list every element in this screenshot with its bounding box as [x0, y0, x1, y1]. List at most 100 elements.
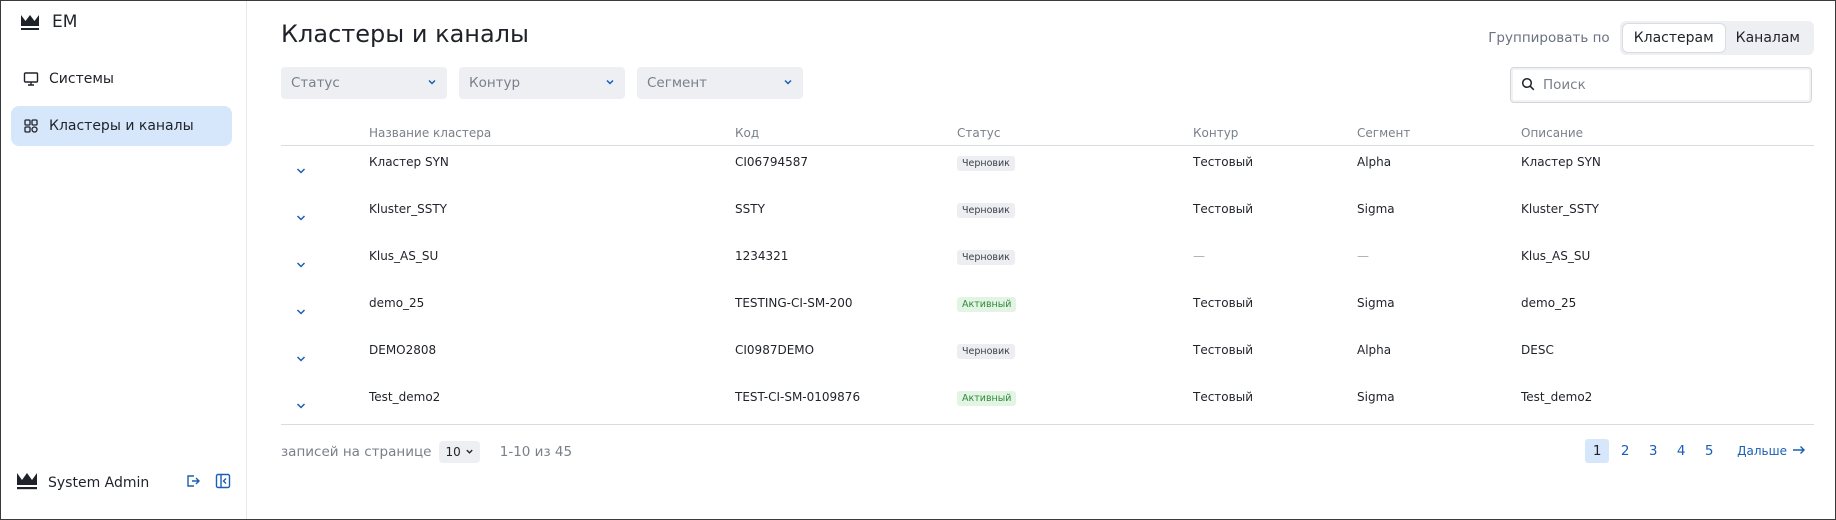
status-badge: Активный — [957, 391, 1017, 406]
cluster-name: Kluster_SSTY — [369, 202, 447, 216]
cluster-contour: Тестовый — [1193, 155, 1253, 169]
status-badge: Активный — [957, 297, 1017, 312]
column-header-contour[interactable]: Контур — [1193, 126, 1357, 140]
expand-row-icon[interactable] — [296, 258, 306, 272]
search-icon — [1521, 76, 1535, 95]
page-button-4[interactable]: 4 — [1669, 439, 1693, 463]
table-row[interactable]: DEMO2808 CI0987DEMO Черновик Тестовый Al… — [281, 334, 1814, 381]
page-button-1[interactable]: 1 — [1585, 439, 1610, 463]
cluster-description: demo_25 — [1521, 296, 1577, 310]
grid-icon — [23, 118, 39, 134]
brand[interactable]: EM — [20, 12, 77, 32]
cluster-description: Кластер SYN — [1521, 155, 1601, 169]
table-row[interactable]: Klus_AS_SU 1234321 Черновик — — Klus_AS_… — [281, 240, 1814, 287]
cluster-contour: Тестовый — [1193, 296, 1253, 310]
sidebar-item-systems[interactable]: Системы — [11, 59, 232, 99]
cluster-description: DESC — [1521, 343, 1554, 357]
cluster-segment: — — [1357, 249, 1369, 263]
group-by: Группировать по Кластерам Каналам — [1488, 21, 1814, 55]
table-row[interactable]: demo_25 TESTING-CI-SM-200 Активный Тесто… — [281, 287, 1814, 334]
page-button-5[interactable]: 5 — [1697, 439, 1721, 463]
table-row[interactable]: Test_demo2 TEST-CI-SM-0109876 Активный Т… — [281, 381, 1814, 428]
filters-bar: Статус Контур Сегмент — [281, 67, 803, 99]
per-page-select[interactable]: 10 — [439, 441, 480, 463]
next-page-button[interactable]: Дальше — [1737, 444, 1806, 458]
cluster-code: 1234321 — [735, 249, 789, 263]
app-name: EM — [52, 12, 78, 32]
cluster-code: CI0987DEMO — [735, 343, 815, 357]
cluster-code: TESTING-CI-SM-200 — [735, 296, 853, 310]
filter-label: Статус — [291, 75, 340, 91]
cluster-description: Kluster_SSTY — [1521, 202, 1599, 216]
page-button-2[interactable]: 2 — [1613, 439, 1637, 463]
search-box — [1510, 67, 1812, 103]
per-page-value: 10 — [445, 445, 461, 459]
status-badge: Черновик — [957, 250, 1015, 265]
records-range: 1-10 из 45 — [499, 444, 573, 460]
table-header: Название кластера Код Статус Контур Сегм… — [281, 120, 1814, 146]
cluster-segment: Alpha — [1357, 155, 1392, 169]
contour-filter[interactable]: Контур — [459, 67, 625, 99]
expand-row-icon[interactable] — [296, 305, 306, 319]
arrow-right-icon — [1792, 444, 1806, 458]
cluster-contour: Тестовый — [1193, 202, 1253, 216]
cluster-code: SSTY — [735, 202, 765, 216]
expand-row-icon[interactable] — [296, 211, 306, 225]
chevron-down-icon — [783, 75, 793, 91]
collapse-sidebar-icon[interactable] — [215, 473, 231, 493]
clusters-table: Название кластера Код Статус Контур Сегм… — [281, 120, 1814, 428]
table-divider — [281, 424, 1814, 425]
cluster-contour: Тестовый — [1193, 343, 1253, 357]
chevron-down-icon — [427, 75, 437, 91]
expand-row-icon[interactable] — [296, 399, 306, 413]
cluster-code: CI06794587 — [735, 155, 808, 169]
filter-label: Сегмент — [647, 75, 708, 91]
expand-row-icon[interactable] — [296, 164, 306, 178]
monitor-icon — [23, 71, 39, 87]
logout-icon[interactable] — [185, 473, 201, 493]
per-page-control: записей на странице 10 1-10 из 45 — [281, 441, 572, 463]
cluster-segment: Alpha — [1357, 343, 1392, 357]
group-by-clusters-button[interactable]: Кластерам — [1622, 24, 1725, 52]
user-name: System Admin — [48, 475, 150, 491]
column-header-code[interactable]: Код — [735, 126, 957, 140]
page-title: Кластеры и каналы — [281, 20, 529, 48]
chevron-down-icon — [465, 445, 474, 459]
expand-row-icon[interactable] — [296, 352, 306, 366]
per-page-label: записей на странице — [281, 444, 432, 460]
page-button-3[interactable]: 3 — [1641, 439, 1665, 463]
cluster-segment: Sigma — [1357, 296, 1395, 310]
cluster-name: demo_25 — [369, 296, 425, 310]
crown-logo-icon — [20, 13, 40, 31]
chevron-down-icon — [605, 75, 615, 91]
cluster-description: Klus_AS_SU — [1521, 249, 1591, 263]
sidebar-item-clusters[interactable]: Кластеры и каналы — [11, 106, 232, 146]
group-by-toggle: Кластерам Каналам — [1619, 21, 1814, 55]
cluster-name: Klus_AS_SU — [369, 249, 439, 263]
status-badge: Черновик — [957, 203, 1015, 218]
column-header-name[interactable]: Название кластера — [369, 126, 735, 140]
group-by-label: Группировать по — [1488, 30, 1610, 46]
sidebar: EM Системы Кластеры и каналы System Admi… — [0, 0, 247, 520]
sidebar-item-label: Кластеры и каналы — [49, 118, 194, 134]
table-row[interactable]: Kluster_SSTY SSTY Черновик Тестовый Sigm… — [281, 193, 1814, 240]
sidebar-item-label: Системы — [49, 71, 114, 87]
segment-filter[interactable]: Сегмент — [637, 67, 803, 99]
cluster-segment: Sigma — [1357, 202, 1395, 216]
column-header-segment[interactable]: Сегмент — [1357, 126, 1521, 140]
filter-label: Контур — [469, 75, 521, 91]
column-header-description[interactable]: Описание — [1521, 126, 1811, 140]
search-input[interactable] — [1543, 77, 1803, 93]
status-badge: Черновик — [957, 156, 1015, 171]
table-row[interactable]: Кластер SYN CI06794587 Черновик Тестовый… — [281, 146, 1814, 193]
cluster-contour: Тестовый — [1193, 390, 1253, 404]
column-header-status[interactable]: Статус — [957, 126, 1193, 140]
status-filter[interactable]: Статус — [281, 67, 447, 99]
cluster-name: Кластер SYN — [369, 155, 449, 169]
user-panel: System Admin — [16, 471, 231, 495]
cluster-description: Test_demo2 — [1521, 390, 1593, 404]
main-content: Кластеры и каналы Группировать по Класте… — [281, 0, 1814, 520]
cluster-name: DEMO2808 — [369, 343, 437, 357]
pagination: 1 2 3 4 5 Дальше — [1585, 439, 1806, 463]
group-by-channels-button[interactable]: Каналам — [1725, 24, 1811, 52]
